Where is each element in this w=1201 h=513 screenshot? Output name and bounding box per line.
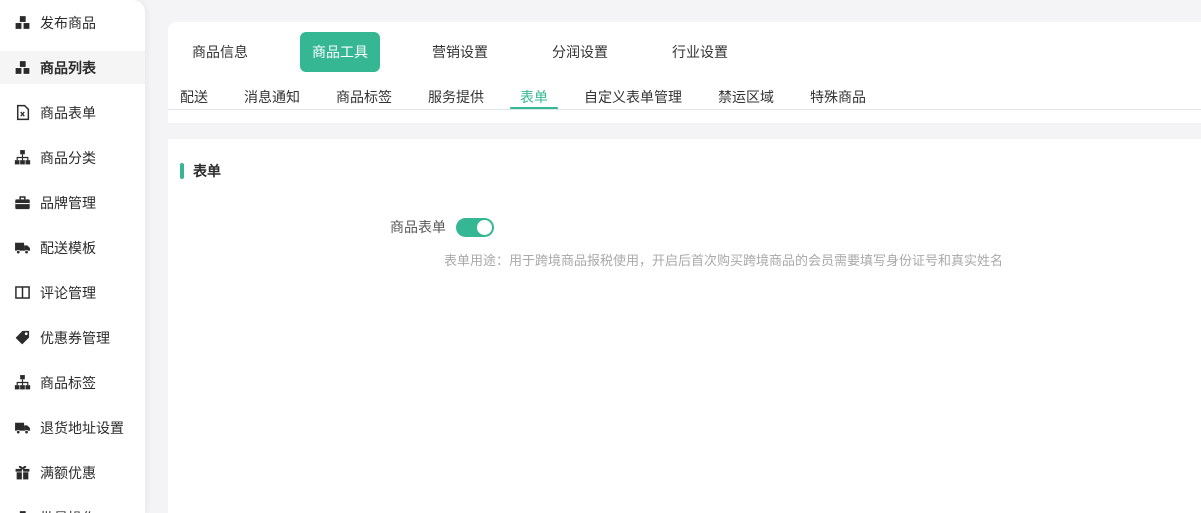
secondary-tab[interactable]: 特殊商品 [810,90,866,110]
sidebar-item[interactable]: 品牌管理 [0,180,145,225]
gift-icon [14,464,31,481]
primary-tab[interactable]: 商品工具 [300,32,380,72]
tabs-card: 商品信息商品工具营销设置分润设置行业设置 配送 消息通知 商品标签 服务提供 表单 自定义… [168,22,1201,123]
product-form-label: 商品表单 [168,217,446,237]
sidebar-item-label: 发布商品 [40,13,96,33]
toggle-knob [477,220,492,235]
secondary-tab[interactable]: 商品标签 [336,90,392,110]
secondary-tab[interactable]: 表单 [520,90,548,110]
sidebar-item[interactable]: 评论管理 [0,270,145,315]
file-excel-icon [14,104,31,121]
sidebar-item[interactable]: 配送模板 [0,225,145,270]
sidebar-item[interactable]: 商品列表 [0,45,145,90]
columns-icon [14,284,31,301]
secondary-tab[interactable]: 消息通知 [244,90,300,110]
sidebar-item-label: 优惠券管理 [40,328,110,348]
primary-tab-bar: 商品信息商品工具营销设置分润设置行业设置 [168,22,1201,72]
secondary-tab-bar: 配送 消息通知 商品标签 服务提供 表单 自定义表单管理 禁运区域 特殊商品 [180,90,866,110]
primary-tab[interactable]: 分润设置 [540,32,620,72]
sidebar-item[interactable]: 商品表单 [0,90,145,135]
section-accent-bar [180,163,184,179]
sidebar-item-label: 商品分类 [40,148,96,168]
briefcase-icon [14,194,31,211]
sidebar-item-label: 批量操作 [40,508,96,513]
primary-tab[interactable]: 营销设置 [420,32,500,72]
sidebar-item[interactable]: 退货地址设置 [0,405,145,450]
tabs-divider [168,109,1201,110]
sidebar-item-label: 退货地址设置 [40,418,124,438]
sidebar-item[interactable]: 商品标签 [0,360,145,405]
tag-icon [14,329,31,346]
form-row: 商品表单 [168,217,1201,237]
sidebar-item-label: 商品标签 [40,373,96,393]
truck-icon [14,419,31,436]
sidebar-item[interactable]: 批量操作 [0,495,145,513]
sidebar-item[interactable]: 商品分类 [0,135,145,180]
form-help-text: 表单用途：用于跨境商品报税使用，开启后首次购买跨境商品的会员需要填写身份证号和真… [444,250,1201,269]
secondary-tab[interactable]: 自定义表单管理 [584,90,682,110]
sidebar-item-label: 商品列表 [40,58,96,78]
secondary-tab[interactable]: 配送 [180,90,208,110]
sitemap-icon [14,374,31,391]
form-area: 商品表单 表单用途：用于跨境商品报税使用，开启后首次购买跨境商品的会员需要填写身… [168,217,1201,269]
sidebar-item-label: 商品表单 [40,103,96,123]
cubes-icon [14,14,31,31]
sidebar-item[interactable]: 优惠券管理 [0,315,145,360]
content-panel: 表单 商品表单 表单用途：用于跨境商品报税使用，开启后首次购买跨境商品的会员需要… [168,139,1201,513]
sidebar-item-label: 评论管理 [40,283,96,303]
secondary-tab[interactable]: 禁运区域 [718,90,774,110]
cubes-icon [14,59,31,76]
sitemap-icon [14,149,31,166]
cubes-icon [14,509,31,513]
truck-icon [14,239,31,256]
product-form-toggle[interactable] [456,218,494,237]
sidebar-item[interactable]: 发布商品 [0,0,145,45]
section-header: 表单 [168,139,1201,181]
sidebar-item-label: 满额优惠 [40,463,96,483]
primary-tab[interactable]: 商品信息 [180,32,260,72]
sidebar-item-label: 品牌管理 [40,193,96,213]
sidebar-item[interactable]: 满额优惠 [0,450,145,495]
sidebar-item-label: 配送模板 [40,238,96,258]
section-title: 表单 [193,161,221,181]
primary-tab[interactable]: 行业设置 [660,32,740,72]
secondary-tab[interactable]: 服务提供 [428,90,484,110]
sidebar: 发布商品商品列表商品表单商品分类品牌管理配送模板评论管理优惠券管理商品标签退货地… [0,0,145,513]
